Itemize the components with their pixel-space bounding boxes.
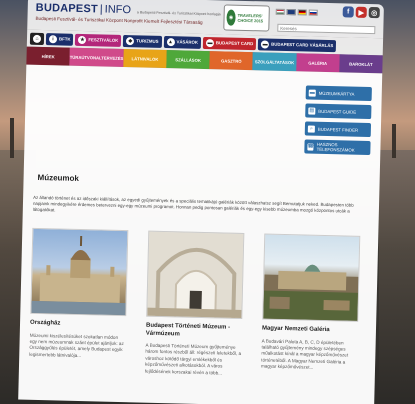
nav-label: TURIZMUS (136, 38, 159, 44)
tab-route-planning[interactable]: TÚRAÚTVONALTERVEZÉS (69, 47, 124, 67)
card-icon: ▬ (308, 89, 316, 97)
nav-festivals[interactable]: ★ FESZTIVÁLOK (75, 33, 122, 47)
card-icon: ▬ (205, 38, 215, 47)
star-icon: ★ (78, 35, 87, 44)
side-buttons: ▬ MÚZEUMKÁRTYA ▤ BUDAPEST GUIDE ⌕ BUDAPEST … (304, 85, 372, 159)
museum-card-button[interactable]: ▬ MÚZEUMKÁRTYA (305, 85, 372, 102)
facebook-icon[interactable]: f (342, 6, 354, 18)
language-flags (275, 8, 318, 16)
nav-label: BUDAPEST CARD VÁSÁRLÁS (271, 41, 334, 49)
info-icon: i (48, 34, 58, 43)
phone-icon: ☎ (307, 143, 314, 151)
nav-fairs[interactable]: ▲ VÁSÁROK (163, 35, 202, 49)
side-button-label: MÚZEUMKÁRTYA (318, 90, 355, 97)
museum-card[interactable]: Magyar Nemzeti Galéria A Budavári Palota… (261, 233, 361, 379)
logo-text-info: INFO (104, 3, 132, 17)
tab-gallery[interactable]: GALÉRIA (295, 53, 340, 73)
card-text: A Budavári Palota A, B, C, D épületében … (261, 337, 349, 370)
map-icon: ◆ (126, 36, 135, 45)
webpage: BUDAPEST | INFO a Budapesti Fesztivál- é… (18, 0, 384, 404)
card-title[interactable]: Budapest Történeti Múzeum - Vármúzeum (146, 323, 242, 340)
main-content: ▬ MÚZEUMKÁRTYA ▤ BUDAPEST GUIDE ⌕ BUDAPEST … (18, 64, 383, 404)
tab-sights[interactable]: LÁTNIVALÓK (123, 49, 167, 69)
side-button-label: BUDAPEST GUIDE (318, 108, 357, 115)
budapest-guide-button[interactable]: ▤ BUDAPEST GUIDE (305, 103, 372, 120)
book-icon: ▤ (308, 107, 316, 115)
card-text: Múzeumi kiszélesítésüket szokatlan módon… (29, 332, 124, 358)
flag-uk-icon[interactable] (286, 8, 296, 16)
flag-hu-icon[interactable] (275, 8, 285, 15)
nav-home[interactable]: ⌂ (29, 32, 45, 45)
tripadvisor-icon[interactable]: ◎ (368, 6, 380, 19)
card-title[interactable]: Országház (30, 320, 126, 330)
gallery-illustration (263, 264, 361, 322)
nav-label: BUDAPEST CARD (215, 40, 254, 47)
budapest-finder-button[interactable]: ⌕ BUDAPEST FINDER (304, 121, 372, 138)
logo-subtext: a Budapesti Fesztivál- és Turisztikai Kö… (136, 10, 221, 17)
travelers-choice-badge[interactable]: ◉ TRAVELERS' CHOICE 2015 (223, 4, 270, 32)
logo-text-main: BUDAPEST (35, 1, 98, 16)
social-links: f ▶ ◎ (342, 6, 380, 19)
tab-services[interactable]: SZOLGÁLTATÁSOK (252, 52, 297, 72)
background-spire (10, 118, 14, 158)
tab-gastro[interactable]: GASZTRÓ (209, 51, 254, 71)
nav-bftk[interactable]: i BFTK (45, 32, 74, 46)
card-icon: ▬ (261, 39, 270, 49)
tab-baroque[interactable]: BAROKLÁT (339, 54, 383, 74)
flag-ru-icon[interactable] (308, 9, 318, 16)
vault-illustration (147, 231, 245, 319)
nav-budapest-card-buy[interactable]: ▬ BUDAPEST CARD VÁSÁRLÁS (258, 37, 337, 52)
card-title[interactable]: Magyar Nemzeti Galéria (262, 325, 358, 335)
tab-news[interactable]: HÍREK (26, 46, 70, 66)
nav-label: BFTK (58, 36, 71, 42)
cart-icon: ▲ (166, 37, 175, 46)
useful-phones-button[interactable]: ☎ HASZNOS TELEFONSZÁMOK (304, 139, 371, 156)
nav-label: FESZTIVÁLOK (88, 37, 119, 43)
side-button-label: BUDAPEST FINDER (317, 126, 359, 133)
background-city-right (379, 150, 415, 404)
logo-separator: | (99, 3, 103, 16)
parliament-illustration (31, 235, 128, 317)
museum-card[interactable]: Országház Múzeumi kiszélesítésüket szoka… (29, 227, 129, 374)
page-intro: Az állandó történet és az időszaki kiáll… (32, 194, 354, 214)
parliament-image[interactable] (30, 227, 129, 317)
card-text: A Budapesti Történeti Múzeum gyűjteménye… (144, 342, 242, 376)
side-button-label: HASZNOS TELEFONSZÁMOK (316, 141, 355, 153)
nav-tourism[interactable]: ◆ TURIZMUS (123, 34, 162, 48)
nav-label: VÁSÁROK (176, 39, 199, 45)
page-title: Múzeumok (37, 172, 80, 183)
museum-cards: Országház Múzeumi kiszélesítésüket szoka… (29, 227, 370, 380)
museum-card[interactable]: Budapest Történeti Múzeum - Vármúzeum A … (144, 230, 245, 377)
youtube-icon[interactable]: ▶ (355, 6, 367, 18)
search-input[interactable] (277, 23, 376, 35)
tab-accommodation[interactable]: SZÁLLÁSOK (166, 50, 210, 70)
home-icon: ⌂ (32, 34, 42, 43)
badge-text: TRAVELERS' CHOICE 2015 (237, 12, 264, 24)
background-spire (392, 124, 396, 158)
flag-de-icon[interactable] (297, 9, 307, 16)
castle-museum-image[interactable] (146, 230, 245, 319)
search-icon: ⌕ (307, 125, 315, 133)
national-gallery-image[interactable] (262, 233, 361, 322)
nav-budapest-card[interactable]: ▬ BUDAPEST CARD (202, 36, 257, 50)
owl-icon: ◉ (226, 9, 236, 26)
